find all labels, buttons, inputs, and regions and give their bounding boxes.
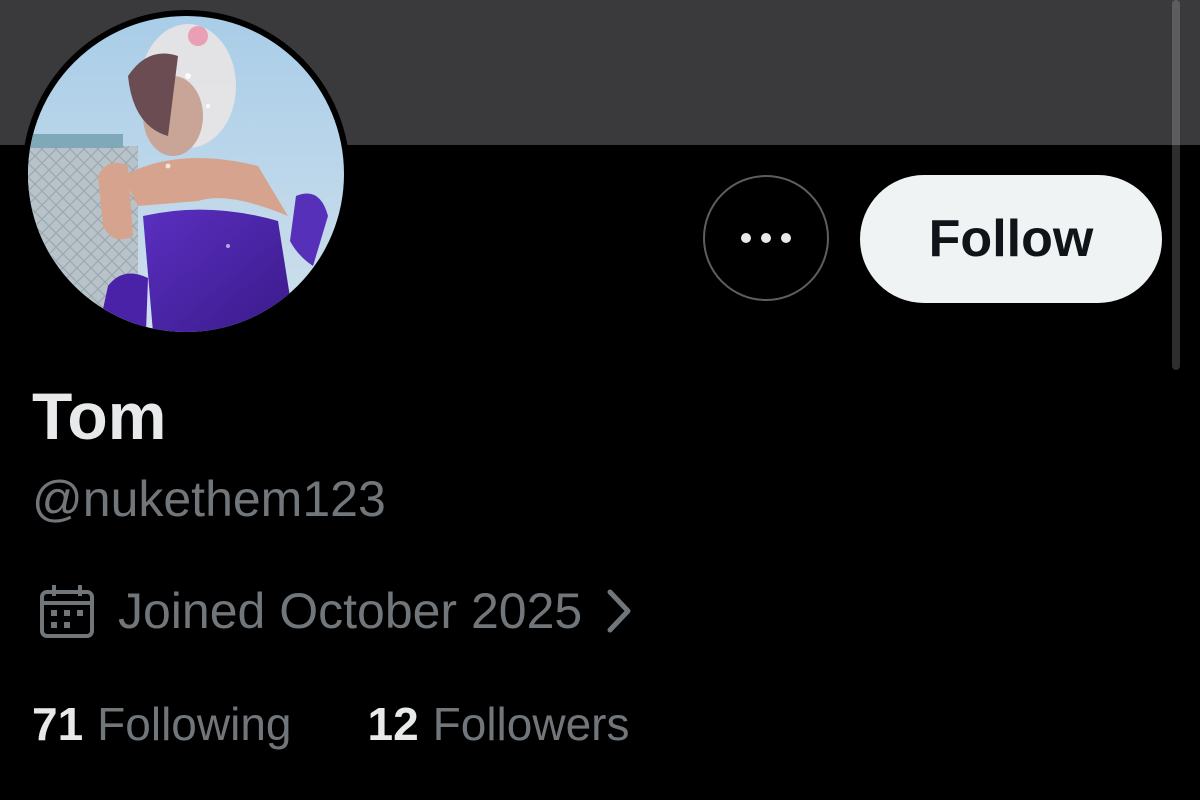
- avatar[interactable]: [22, 10, 350, 338]
- following-label: Following: [97, 698, 292, 750]
- chevron-right-icon: [607, 589, 631, 633]
- profile-stats: 71 Following 12 Followers: [32, 694, 629, 754]
- display-name: Tom: [32, 379, 167, 453]
- user-handle: @nukethem123: [32, 471, 386, 527]
- following-link[interactable]: 71 Following: [32, 697, 291, 751]
- joined-date: Joined October 2025: [118, 583, 583, 639]
- followers-link[interactable]: 12 Followers: [367, 697, 629, 751]
- ellipsis-icon: [741, 233, 791, 243]
- joined-date-row[interactable]: Joined October 2025: [38, 578, 634, 644]
- followers-count: 12: [367, 698, 419, 750]
- followers-label: Followers: [432, 698, 630, 750]
- more-options-button[interactable]: [703, 175, 829, 301]
- profile-photo: [28, 16, 344, 332]
- following-count: 71: [32, 698, 84, 750]
- follow-button[interactable]: Follow: [860, 175, 1162, 303]
- profile-page: Follow Tom @nukethem123 Joined October 2…: [0, 0, 1200, 800]
- calendar-icon: [40, 585, 94, 638]
- scrollbar[interactable]: [1172, 0, 1180, 370]
